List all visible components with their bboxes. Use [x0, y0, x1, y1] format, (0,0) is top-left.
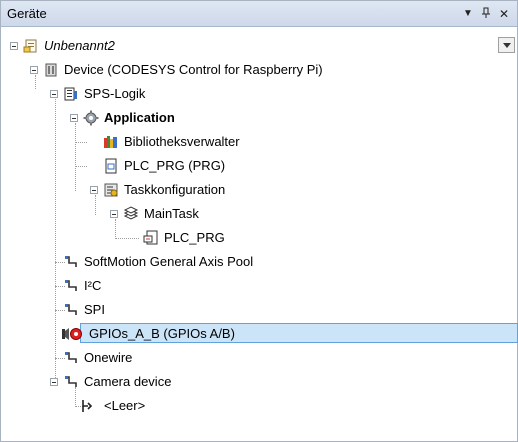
i2c-label: I²C	[84, 278, 102, 293]
program-pou-icon	[105, 158, 117, 174]
task-icon	[123, 206, 139, 220]
tree-node-gpios[interactable]: GPIOs_A_B (GPIOs A/B)	[1, 324, 517, 344]
main-task-label: MainTask	[144, 206, 199, 221]
collapse-toggle-icon[interactable]	[70, 114, 78, 122]
project-name: Unbenannt2	[44, 38, 115, 53]
empty-slot-plug-icon	[82, 400, 93, 412]
plc-logic-label: SPS-Logik	[84, 86, 146, 101]
spi-label: SPI	[84, 302, 105, 317]
tree-node-task-config[interactable]: Taskkonfiguration	[1, 180, 517, 200]
gear-icon	[83, 110, 99, 126]
tree-node-spi[interactable]: SPI	[1, 300, 517, 320]
devices-panel: Geräte ▼ ✕ Unbenannt2 Device (CODESYS Co…	[0, 0, 518, 442]
tree-node-camera[interactable]: Camera device	[1, 372, 517, 392]
tree-node-plc-prg[interactable]: PLC_PRG (PRG)	[1, 156, 517, 176]
tree-node-project[interactable]: Unbenannt2	[1, 36, 517, 56]
plc-prg-label: PLC_PRG (PRG)	[124, 158, 226, 173]
plc-prg-call-label: PLC_PRG	[164, 230, 225, 245]
tree-node-onewire[interactable]: Onewire	[1, 348, 517, 368]
gpios-label: GPIOs_A_B (GPIOs A/B)	[89, 326, 235, 341]
connector-icon	[65, 280, 77, 291]
collapse-toggle-icon[interactable]	[110, 210, 118, 218]
collapse-toggle-icon[interactable]	[50, 378, 58, 386]
collapse-toggle-icon[interactable]	[90, 186, 98, 194]
connector-icon	[65, 352, 77, 363]
panel-titlebar: Geräte ▼ ✕	[1, 1, 517, 27]
tree-node-empty-slot[interactable]: <Leer>	[1, 396, 517, 416]
collapse-toggle-icon[interactable]	[30, 66, 38, 74]
tree-node-plc-logic[interactable]: SPS-Logik	[1, 84, 517, 104]
tree-node-library-manager[interactable]: Bibliotheksverwalter	[1, 132, 517, 152]
tree-node-plc-prg-call[interactable]: PLC_PRG	[1, 228, 517, 248]
pin-icon-glyph	[482, 7, 490, 18]
library-manager-label: Bibliotheksverwalter	[124, 134, 240, 149]
empty-slot-label: <Leer>	[104, 398, 146, 413]
program-call-icon	[143, 230, 158, 245]
close-icon[interactable]: ✕	[497, 7, 511, 21]
pin-icon[interactable]	[479, 7, 493, 21]
connector-icon	[65, 376, 77, 387]
panel-title: Geräte	[7, 6, 47, 21]
project-icon	[23, 39, 37, 53]
task-config-label: Taskkonfiguration	[124, 182, 226, 197]
tree-node-device[interactable]: Device (CODESYS Control for Raspberry Pi…	[1, 60, 517, 80]
collapse-toggle-icon[interactable]	[10, 42, 18, 50]
connector-icon	[65, 256, 77, 267]
tree-node-application[interactable]: Application	[1, 108, 517, 128]
tree-node-i2c[interactable]: I²C	[1, 276, 517, 296]
camera-label: Camera device	[84, 374, 172, 389]
gpio-device-error-icon	[62, 328, 82, 340]
plc-logic-icon	[64, 87, 77, 101]
panel-menu-icon[interactable]: ▼	[461, 7, 475, 21]
tree-node-main-task[interactable]: MainTask	[1, 204, 517, 224]
tree-node-softmotion[interactable]: SoftMotion General Axis Pool	[1, 252, 517, 272]
collapse-toggle-icon[interactable]	[50, 90, 58, 98]
softmotion-label: SoftMotion General Axis Pool	[84, 254, 254, 269]
device-label: Device (CODESYS Control for Raspberry Pi…	[64, 62, 323, 77]
application-label: Application	[104, 110, 175, 125]
onewire-label: Onewire	[84, 350, 133, 365]
device-icon	[45, 63, 57, 77]
library-books-icon	[104, 136, 117, 148]
task-config-icon	[104, 183, 118, 197]
connector-icon	[65, 304, 77, 315]
